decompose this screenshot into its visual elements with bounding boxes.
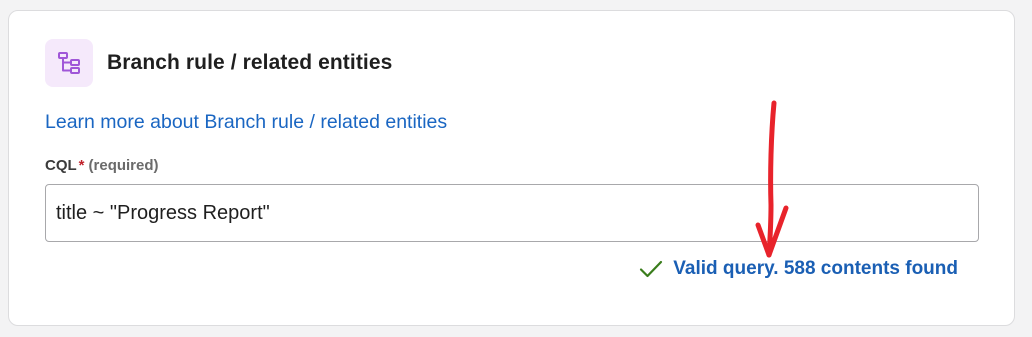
branch-hierarchy-icon xyxy=(45,39,93,87)
checkmark-icon xyxy=(640,260,663,278)
cql-field-label: CQL * (required) xyxy=(45,157,159,174)
validation-status: Valid query. 588 contents found xyxy=(639,258,958,280)
required-text: (required) xyxy=(88,157,159,174)
section-header: Branch rule / related entities xyxy=(45,39,392,87)
required-asterisk: * xyxy=(78,157,85,174)
learn-more-link[interactable]: Learn more about Branch rule / related e… xyxy=(45,111,447,134)
cql-label-text: CQL xyxy=(45,157,77,174)
section-title: Branch rule / related entities xyxy=(107,51,393,74)
branch-rule-card: Branch rule / related entities Learn mor… xyxy=(8,10,1015,326)
cql-input[interactable] xyxy=(45,184,979,242)
validation-message: Valid query. 588 contents found xyxy=(673,258,958,279)
